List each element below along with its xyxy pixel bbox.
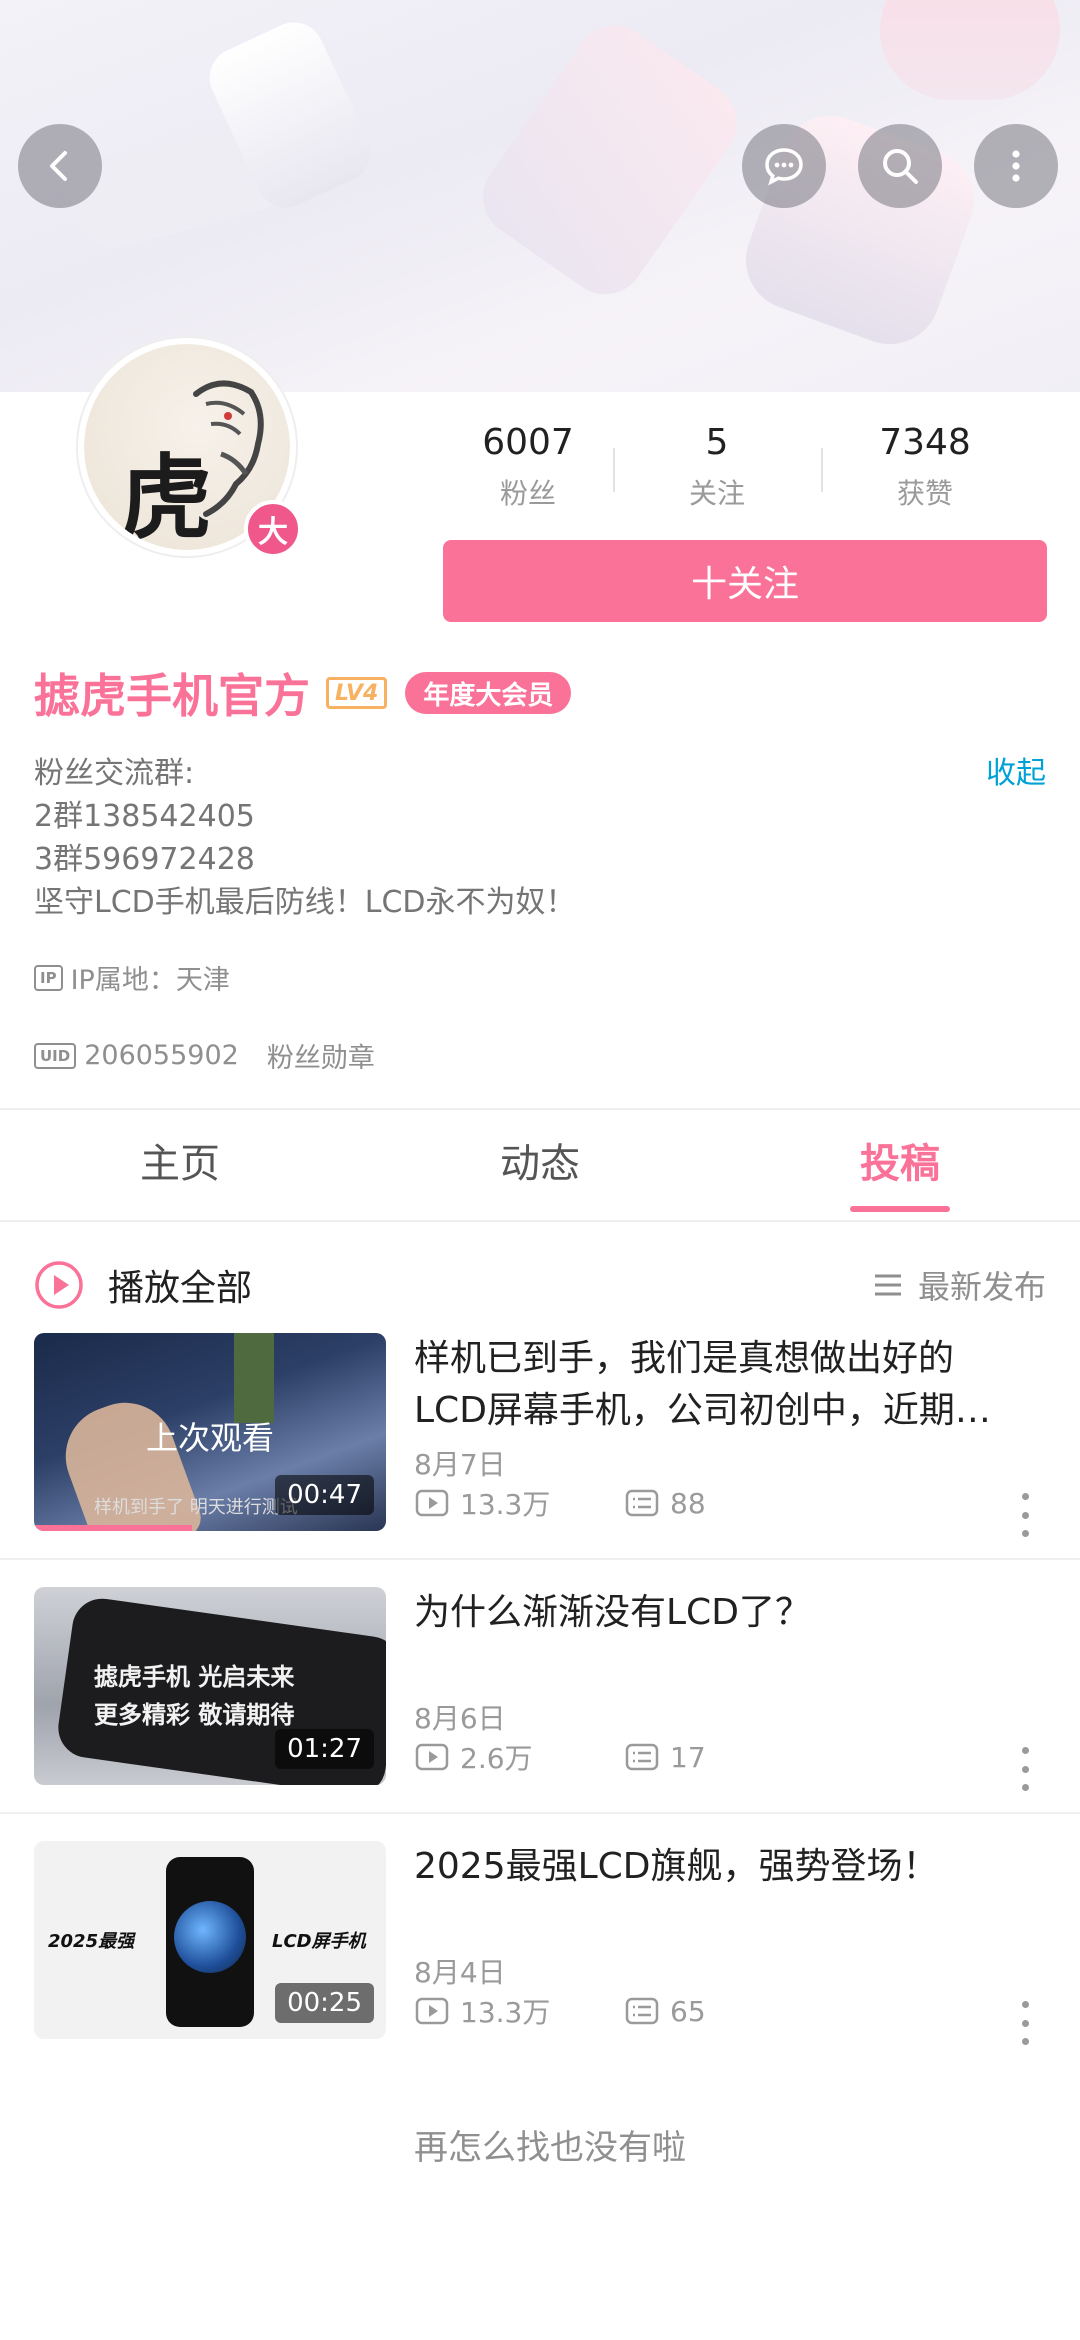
back-button[interactable]	[18, 124, 102, 208]
thumbnail-caption: 样机到手了 明天进行测试	[94, 1497, 298, 1518]
uid-row: UID 206055902 粉丝勋章	[34, 1036, 375, 1075]
tab-dynamic[interactable]: 动态	[420, 1108, 660, 1220]
ip-icon: IP	[34, 964, 63, 991]
ip-location: IP IP属地：天津	[34, 958, 230, 997]
video-stats: 2.6万 17	[414, 1737, 706, 1777]
video-stats: 13.3万 88	[414, 1483, 706, 1523]
bio: 粉丝交流群: 2群138542405 3群596972428 坚守LCD手机最后…	[34, 752, 576, 924]
collapse-bio-link[interactable]: 收起	[986, 752, 1046, 795]
comment-count: 17	[670, 1740, 706, 1774]
chat-bubble-icon	[765, 148, 803, 186]
tab-home[interactable]: 主页	[60, 1108, 300, 1220]
danmaku-icon	[625, 1489, 659, 1517]
play-count-icon	[415, 1997, 449, 2025]
uid-text[interactable]: 206055902	[84, 1040, 239, 1071]
search-button[interactable]	[858, 124, 942, 208]
avatar-character: 虎	[120, 444, 213, 552]
divider	[0, 1220, 1080, 1222]
vip-avatar-badge: 大	[244, 500, 302, 558]
danmaku-icon	[625, 1997, 659, 2025]
video-item[interactable]: 2025最强 LCD屏手机 00:25 2025最强LCD旗舰，强势登场！ 8月…	[34, 1841, 1046, 2045]
username: 摅虎手机官方	[34, 669, 310, 723]
vip-tag[interactable]: 年度大会员	[405, 672, 572, 714]
stat-label: 粉丝	[499, 477, 556, 510]
name-row: 摅虎手机官方 LV4 年度大会员	[34, 660, 572, 726]
message-button[interactable]	[742, 124, 826, 208]
play-circle-icon[interactable]	[34, 1260, 84, 1310]
thumbnail-caption: 摅虎手机 光启未来	[94, 1663, 295, 1691]
duration-badge: 00:47	[275, 1475, 374, 1515]
thumbnail-caption: 2025最强	[48, 1931, 135, 1952]
comment-count: 88	[670, 1486, 706, 1520]
bio-line: 坚守LCD手机最后防线！LCD永不为奴！	[34, 885, 576, 920]
stat-following[interactable]: 5 关注	[613, 418, 821, 528]
stat-divider	[821, 448, 823, 492]
stat-label: 关注	[688, 477, 745, 510]
chevron-left-icon	[50, 151, 67, 181]
video-date: 8月7日	[414, 1448, 506, 1481]
comment-count: 65	[670, 1994, 706, 2028]
play-all-button[interactable]: 播放全部	[108, 1259, 252, 1311]
more-vertical-icon	[1012, 150, 1020, 182]
thumbnail-caption: 更多精彩 敬请期待	[94, 1701, 295, 1729]
divider	[0, 1558, 1080, 1560]
video-title[interactable]: 样机已到手，我们是真想做出好的LCD屏幕手机，公司初创中，近期…	[414, 1333, 1024, 1437]
view-count: 2.6万	[460, 1742, 533, 1775]
duration-badge: 00:25	[275, 1983, 374, 2023]
bio-line: 粉丝交流群:	[34, 756, 195, 791]
sort-label: 最新发布	[917, 1268, 1046, 1306]
divider	[0, 1812, 1080, 1814]
stat-divider	[613, 448, 615, 492]
video-title[interactable]: 2025最强LCD旗舰，强势登场！	[414, 1841, 1024, 1893]
profile-stats: 6007 粉丝 5 关注 7348 获赞	[443, 418, 1043, 528]
tab-uploads[interactable]: 投稿	[780, 1108, 1020, 1220]
video-thumbnail[interactable]: 摅虎手机 光启未来 更多精彩 敬请期待 01:27	[34, 1587, 386, 1785]
sort-button[interactable]: 最新发布	[872, 1262, 1046, 1308]
duration-badge: 01:27	[275, 1729, 374, 1769]
follow-button[interactable]: 十关注	[443, 540, 1047, 622]
video-item[interactable]: 摅虎手机 光启未来 更多精彩 敬请期待 01:27 为什么渐渐没有LCD了？ 8…	[34, 1587, 1046, 1791]
play-count-icon	[415, 1743, 449, 1771]
fan-medal-link[interactable]: 粉丝勋章	[267, 1036, 375, 1075]
video-item[interactable]: 上次观看 样机到手了 明天进行测试 00:47 样机已到手，我们是真想做出好的L…	[34, 1333, 1046, 1537]
end-of-list-text: 再怎么找也没有啦	[414, 2128, 686, 2168]
view-count: 13.3万	[460, 1996, 551, 2029]
stat-likes[interactable]: 7348 获赞	[821, 418, 1029, 528]
video-date: 8月4日	[414, 1956, 506, 1989]
video-date: 8月6日	[414, 1702, 506, 1735]
video-title[interactable]: 为什么渐渐没有LCD了？	[414, 1587, 1024, 1639]
active-tab-indicator	[850, 1206, 950, 1212]
last-watched-label: 上次观看	[145, 1419, 274, 1457]
play-count-icon	[415, 1489, 449, 1517]
tab-uploads-label: 投稿	[860, 1141, 940, 1187]
more-button[interactable]	[974, 124, 1058, 208]
profile-tabs: 主页 动态 投稿	[0, 1108, 1080, 1220]
search-icon	[883, 149, 918, 184]
stat-value: 5	[705, 422, 729, 463]
stat-label: 获赞	[896, 477, 953, 510]
bio-line: 3群596972428	[34, 842, 255, 877]
video-thumbnail[interactable]: 上次观看 样机到手了 明天进行测试 00:47	[34, 1333, 386, 1531]
watch-progress-bar	[34, 1525, 193, 1531]
video-stats: 13.3万 65	[414, 1991, 706, 2031]
video-thumbnail[interactable]: 2025最强 LCD屏手机 00:25	[34, 1841, 386, 2039]
video-more-button[interactable]	[1010, 1747, 1040, 1791]
video-more-button[interactable]	[1010, 1493, 1040, 1537]
thumbnail-caption: LCD屏手机	[272, 1931, 366, 1952]
level-badge: LV4	[326, 677, 388, 709]
list-header: 播放全部 最新发布	[34, 1240, 1046, 1330]
bio-line: 2群138542405	[34, 799, 255, 834]
stat-fans[interactable]: 6007 粉丝	[443, 418, 613, 528]
ip-location-text: IP属地：天津	[70, 965, 230, 996]
view-count: 13.3万	[460, 1488, 551, 1521]
danmaku-icon	[625, 1743, 659, 1771]
list-sort-icon	[874, 1274, 901, 1296]
uid-icon: UID	[34, 1042, 77, 1069]
video-more-button[interactable]	[1010, 2001, 1040, 2045]
stat-value: 6007	[482, 422, 574, 463]
stat-value: 7348	[879, 422, 971, 463]
